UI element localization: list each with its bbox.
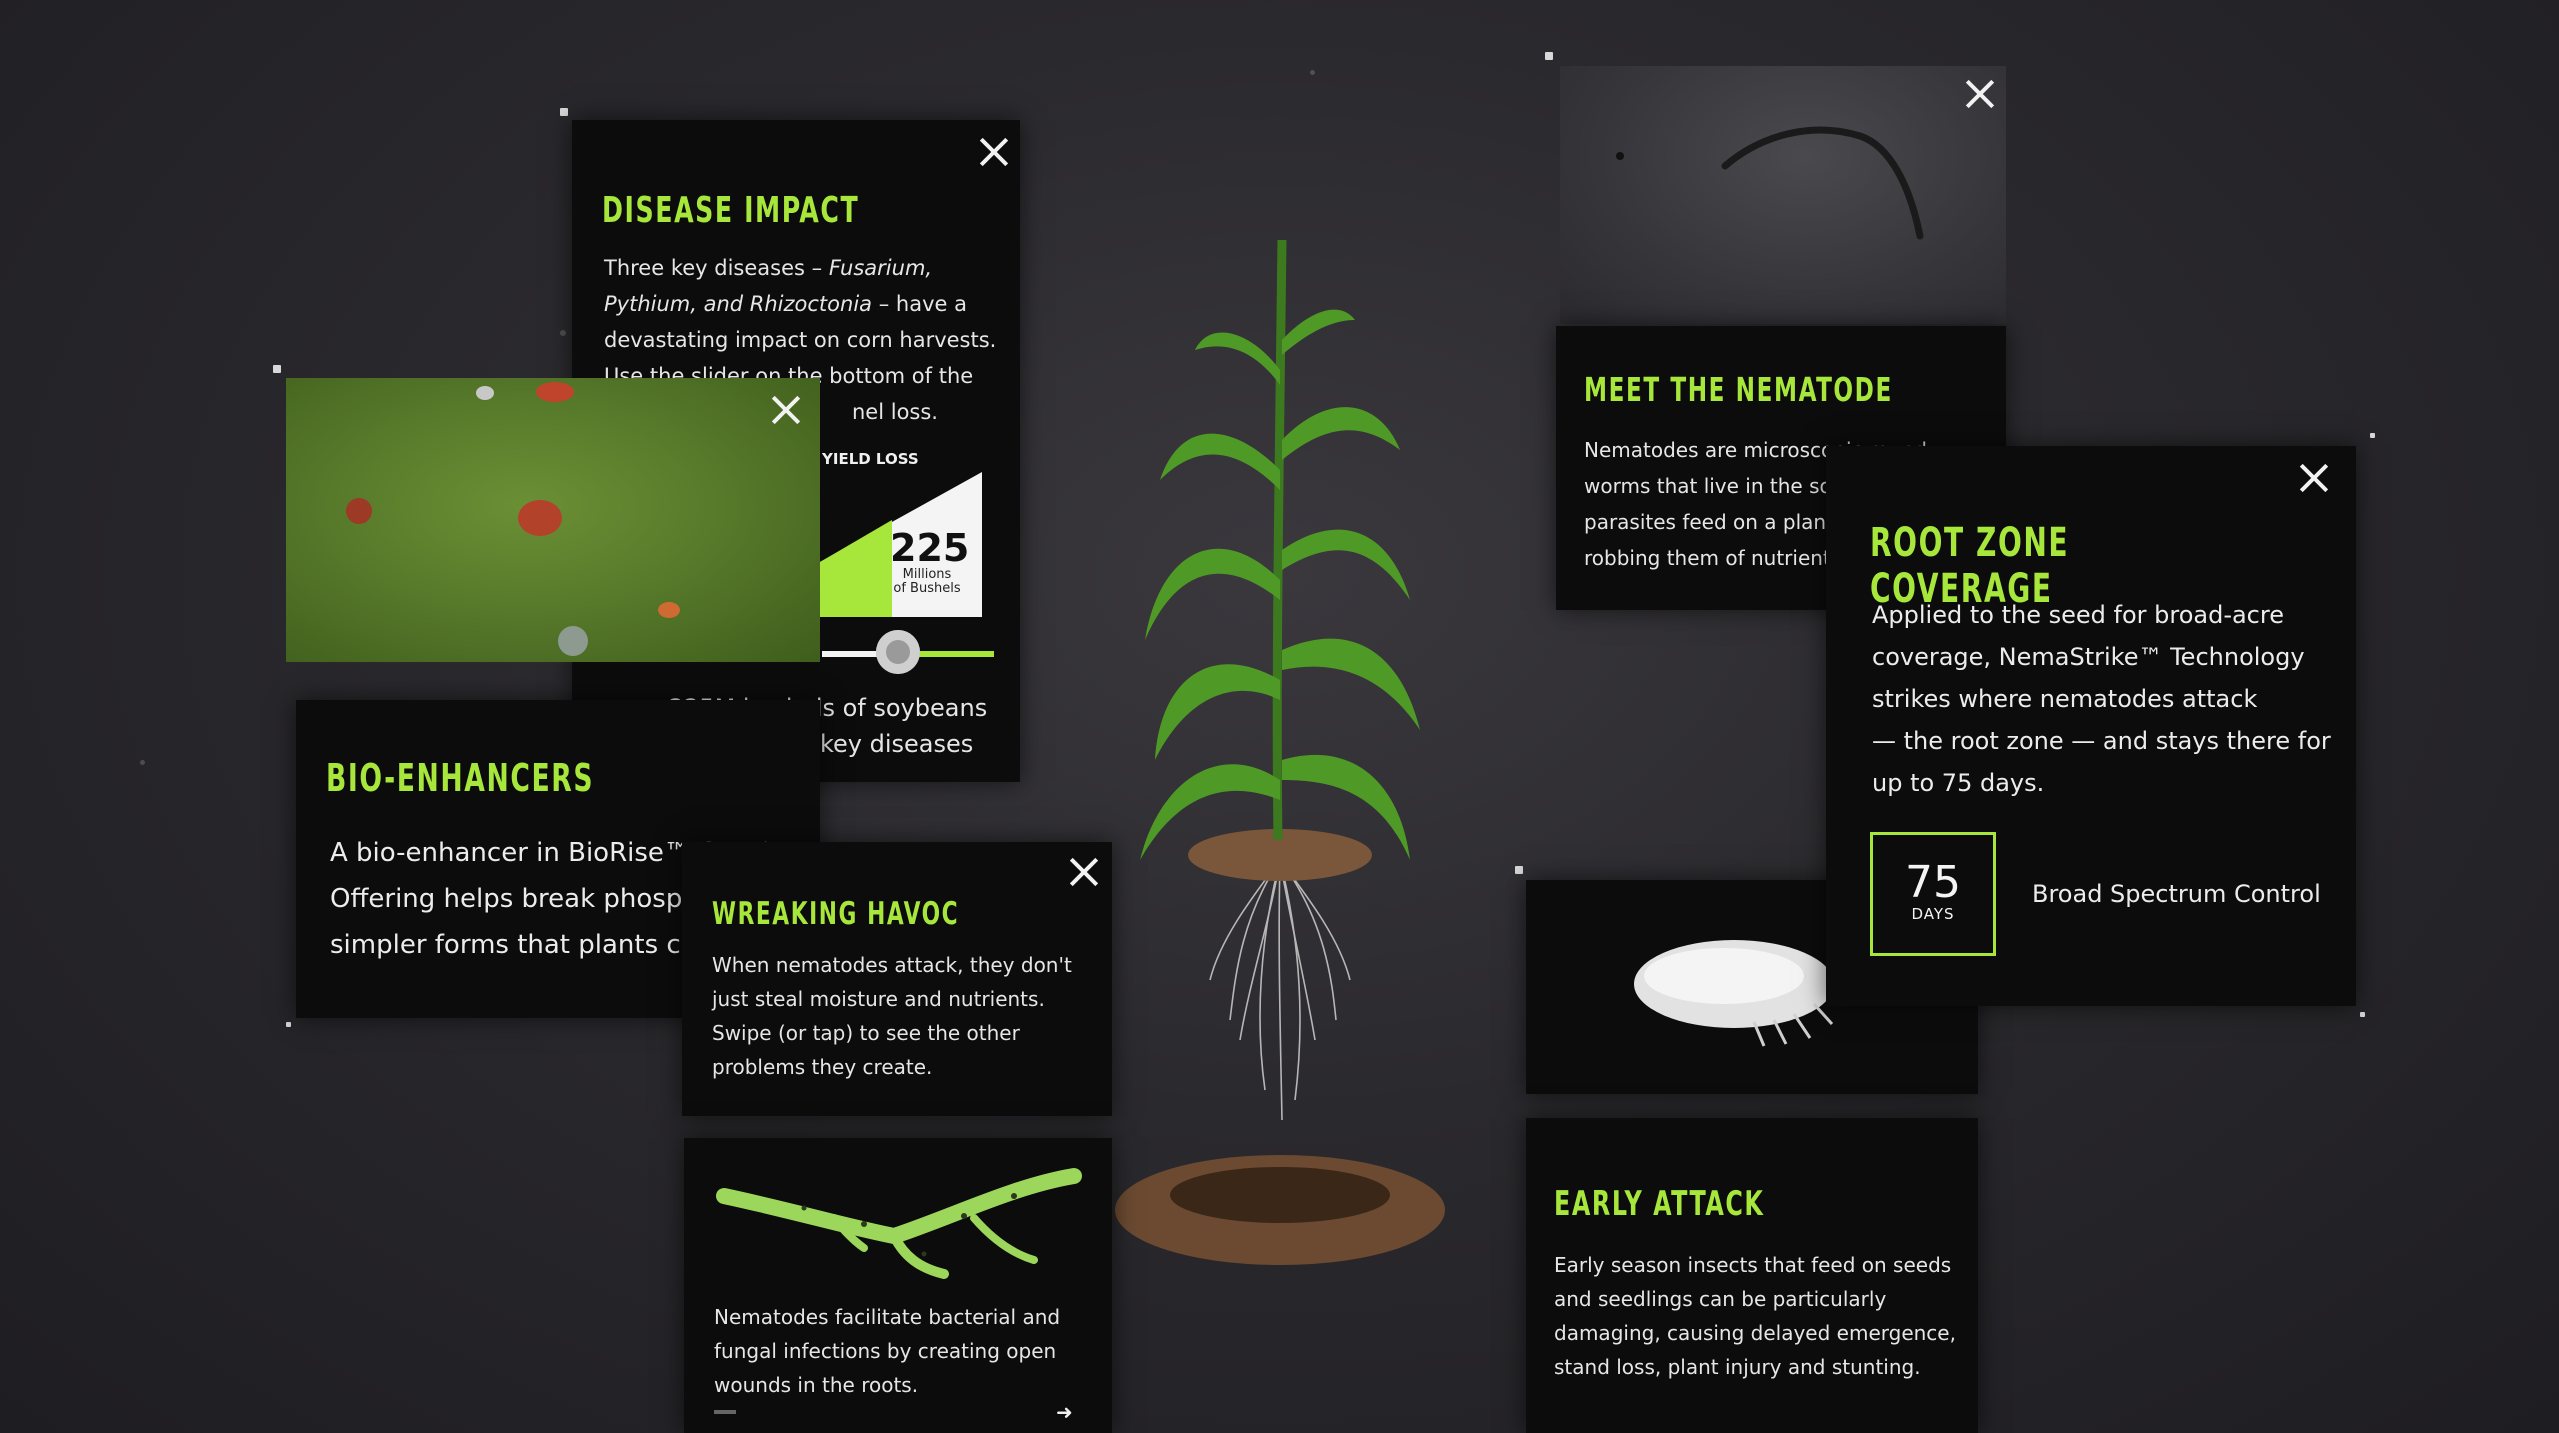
card-title: MEET THE NEMATODE: [1584, 370, 1893, 409]
infected-root-illustration: [716, 1168, 1082, 1279]
card-title: BIO-ENHANCERS: [326, 756, 595, 800]
plant-stem: [1272, 239, 1287, 841]
yield-loss-value: 225: [890, 526, 970, 570]
close-icon[interactable]: [1962, 76, 1998, 112]
yield-slider-handle[interactable]: [876, 630, 920, 674]
body-line: — the root zone — and stays there for: [1872, 727, 2331, 755]
body-text: Three key diseases –: [604, 256, 823, 280]
corner-marker: [1545, 52, 1553, 60]
body-line: just steal moisture and nutrients.: [712, 987, 1045, 1011]
corn-plant-model[interactable]: [1100, 220, 1460, 1280]
body-line: Early season insects that feed on seeds: [1554, 1253, 1952, 1277]
wreaking-havoc-card: WREAKING HAVOC When nematodes attack, th…: [682, 842, 1112, 1116]
root-zone-coverage-card: ROOT ZONE COVERAGE Applied to the seed f…: [1826, 446, 2356, 1006]
root-system: [1209, 859, 1351, 1121]
microbe-blob: [558, 626, 588, 656]
close-icon[interactable]: [1066, 854, 1102, 890]
body-line: damaging, causing delayed emergence,: [1554, 1321, 1956, 1345]
background-speck: [140, 760, 145, 765]
body-line: problems they create.: [712, 1055, 933, 1079]
corner-marker: [1515, 866, 1523, 874]
days-label: DAYS: [1911, 905, 1955, 923]
body-text-italic: Fusarium,: [828, 256, 933, 280]
body-line: coverage, NemaStrike™ Technology: [1872, 643, 2305, 671]
body-line: Applied to the seed for broad-acre: [1872, 601, 2284, 629]
corner-marker: [2370, 433, 2375, 438]
microbe-blob: [518, 500, 562, 536]
corner-marker: [560, 108, 568, 116]
corner-marker: [2360, 1012, 2365, 1017]
body-line: fungal infections by creating open: [714, 1339, 1057, 1363]
broad-spectrum-label: Broad Spectrum Control: [2032, 880, 2321, 908]
background-speck: [1310, 70, 1315, 75]
body-text: devastating impact on corn harvests.: [604, 328, 997, 352]
body-line: up to 75 days.: [1872, 769, 2045, 797]
body-line: Swipe (or tap) to see the other: [712, 1021, 1020, 1045]
card-body: When nematodes attack, they don't just s…: [712, 948, 1072, 1084]
nematode-image: [1560, 66, 2006, 324]
corner-marker: [286, 1022, 291, 1027]
yield-loss-label: YIELD LOSS: [822, 450, 919, 468]
arrow-left-icon[interactable]: [714, 1410, 736, 1414]
card-title: DISEASE IMPACT: [602, 190, 860, 231]
body-text: – have a: [878, 292, 967, 316]
microbe-blob: [536, 382, 574, 402]
microbe-blob: [658, 602, 680, 618]
body-line: stand loss, plant injury and stunting.: [1554, 1355, 1921, 1379]
body-text-italic: Pythium, and Rhizoctonia: [604, 292, 873, 316]
yield-unit-line: Millions: [902, 567, 952, 582]
nematode-worm: [1616, 126, 1924, 240]
card-body: Early season insects that feed on seeds …: [1554, 1248, 1956, 1384]
microbe-blob: [346, 498, 372, 524]
days-badge: 75 DAYS: [1870, 832, 1996, 956]
card-title: WREAKING HAVOC: [712, 896, 960, 932]
root-wounds-card: Nematodes facilitate bacterial and funga…: [684, 1138, 1112, 1433]
background-speck: [560, 330, 566, 336]
yield-loss-unit: Millions of Bushels: [882, 568, 972, 596]
body-line: and seedlings can be particularly: [1554, 1287, 1887, 1311]
close-icon[interactable]: [976, 134, 1012, 170]
card-body: Nematodes facilitate bacterial and funga…: [714, 1300, 1060, 1402]
card-title: EARLY ATTACK: [1554, 1184, 1765, 1224]
bio-enhancer-image: [286, 378, 820, 662]
early-attack-card: EARLY ATTACK Early season insects that f…: [1526, 1118, 1978, 1433]
close-icon[interactable]: [768, 392, 804, 428]
days-value: 75: [1905, 857, 1961, 908]
body-line: When nematodes attack, they don't: [712, 953, 1072, 977]
body-line: strikes where nematodes attack: [1872, 685, 2258, 713]
body-line: wounds in the roots.: [714, 1373, 919, 1397]
microbe-blob: [476, 386, 494, 400]
corner-marker: [273, 365, 281, 373]
yield-unit-line: of Bushels: [893, 581, 961, 596]
arrow-right-icon[interactable]: ➜: [1056, 1402, 1073, 1422]
body-line: Nematodes facilitate bacterial and: [714, 1305, 1061, 1329]
grub-insect-illustration: [1634, 940, 1834, 1047]
soil-hole: [1170, 1167, 1390, 1223]
card-body: Applied to the seed for broad-acre cover…: [1872, 594, 2331, 804]
close-icon[interactable]: [2296, 460, 2332, 496]
